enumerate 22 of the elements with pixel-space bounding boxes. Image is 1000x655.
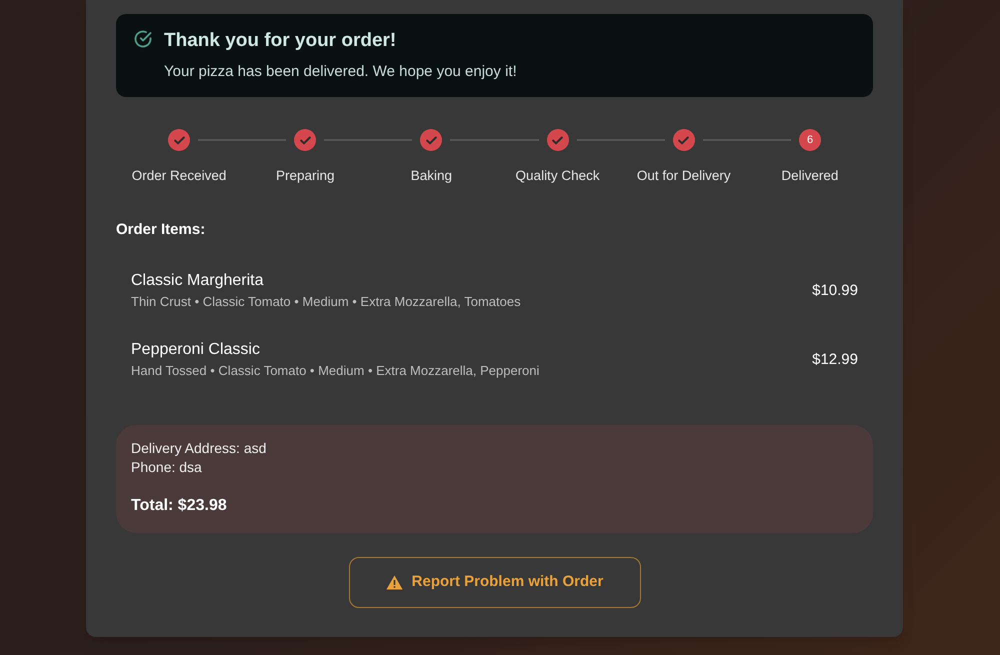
banner-title: Thank you for your order! xyxy=(164,29,398,53)
order-items-heading: Order Items: xyxy=(116,220,206,240)
order-total: Total: $23.98 xyxy=(131,496,228,516)
item-price: $12.99 xyxy=(812,350,858,370)
item-name: Pepperoni Classic xyxy=(131,340,261,360)
item-details: Hand Tossed • Classic Tomato • Medium • Extra Mozzarella, Pepperoni xyxy=(131,362,540,380)
item-details: Thin Crust • Classic Tomato • Medium • Extra Mozzarella, Tomatoes xyxy=(131,293,521,311)
step-label: Delivered xyxy=(781,168,838,183)
step-label: Order Received xyxy=(132,168,226,183)
step-label: Baking xyxy=(410,168,452,183)
step-number: 6 xyxy=(799,129,822,151)
item-price: $10.99 xyxy=(812,281,858,301)
phone-number: Phone: dsa xyxy=(131,458,203,477)
step-label: Quality Check xyxy=(516,168,600,183)
step-label: Out for Delivery xyxy=(636,168,731,183)
item-name: Classic Margherita xyxy=(131,271,264,291)
report-problem-button[interactable]: Report Problem with Order xyxy=(348,557,640,608)
delivery-address: Delivery Address: asd xyxy=(131,439,268,458)
check-circle-icon xyxy=(134,30,152,48)
banner-message: Your pizza has been delivered. We hope you enjoy it! xyxy=(164,62,517,82)
warning-icon xyxy=(386,575,403,590)
step-label: Preparing xyxy=(276,168,335,183)
